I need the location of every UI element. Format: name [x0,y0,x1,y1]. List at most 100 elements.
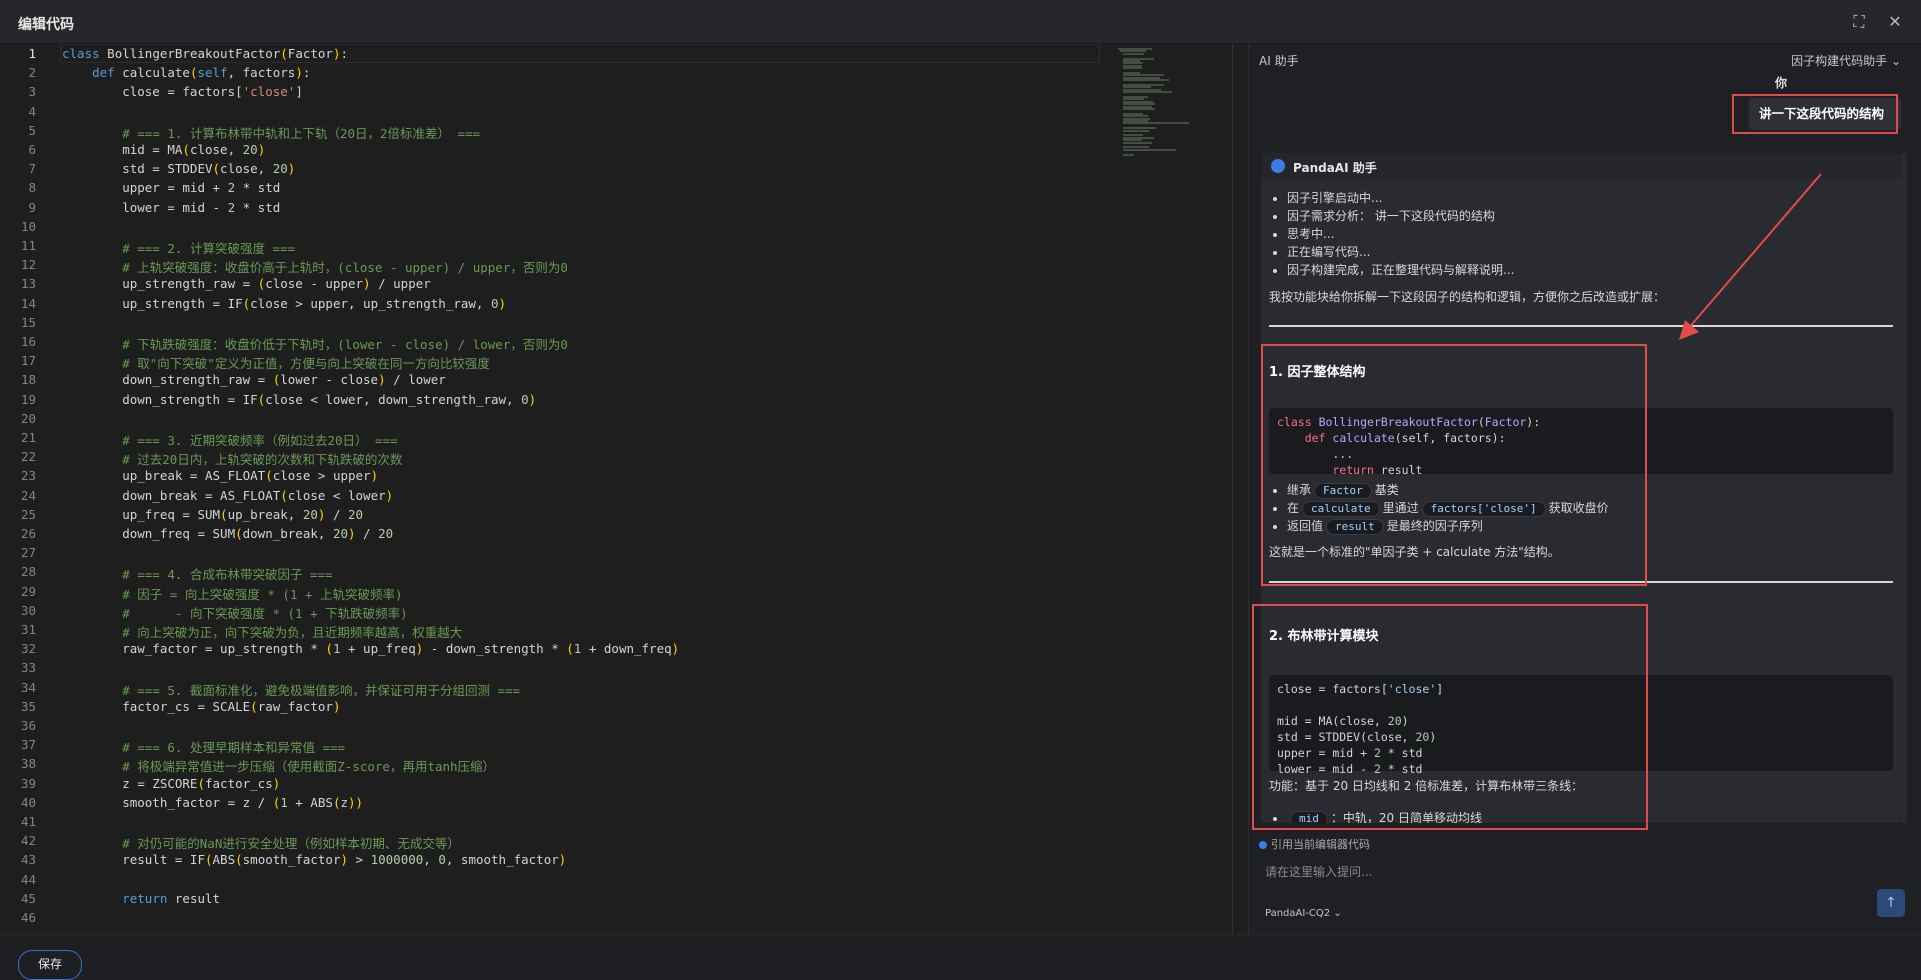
line-number: 1 [28,46,36,61]
line-number: 46 [20,910,36,925]
line-number: 21 [20,430,36,445]
code-line: # 对仍可能的NaN进行安全处理（例如样本初期、无成交等） [122,836,460,852]
code-editor[interactable]: 1 2 3 4 5 6 7 8 9 10 11 12 13 14 15 16 17 18 19 20 21 22 23 24 2… [0,44,1232,934]
line-number: 37 [20,737,36,753]
code-line: down_break = AS_FLOAT(close < lower) [62,487,394,503]
line-number: 20 [20,410,36,426]
code-line: # === 5. 截面标准化，避免极端值影响，并保证可用于分组回测 === [122,682,521,698]
code-line: # 过去20日内，上轨突破的次数和下轨跌破的次数 [122,452,403,468]
line-number: 2 [28,65,36,81]
line-number: 4 [28,103,36,119]
line-number: 27 [20,545,36,561]
code-line: upper = mid + 2 * std [62,180,281,196]
code-line: result = IF(ABS(smooth_factor) > 1000000… [62,852,567,868]
close-icon[interactable]: ✕ [1886,13,1904,31]
code-line: lower = mid - 2 * std [62,199,281,215]
title-bar: 编辑代码 ⛶ ✕ [0,0,1921,44]
minimap-line [1122,67,1142,70]
chat-input-area[interactable] [1259,856,1907,926]
line-number: 6 [28,142,36,157]
line-number: 10 [20,218,36,234]
line-number: 22 [20,449,36,465]
minimap-line [1122,122,1190,125]
minimap-line [1122,129,1149,132]
send-button[interactable]: ↑ [1877,889,1905,917]
save-button[interactable]: 保存 [18,950,82,980]
chat-input[interactable] [1265,860,1865,884]
line-number: 17 [20,353,36,369]
line-number: 16 [20,334,36,349]
line-number: 7 [28,161,36,177]
expand-icon[interactable]: ⛶ [1850,13,1868,31]
line-number: 14 [20,295,36,311]
line-number-gutter: 1 2 3 4 5 6 7 8 9 10 11 12 13 14 15 16 17 18 19 20 21 22 23 24 2… [0,44,56,934]
line-number: 23 [20,468,36,484]
code-line: raw_factor = up_strength * (1 + up_freq)… [62,641,680,657]
line-number: 34 [20,679,36,695]
code-line: mid = MA(close, 20) [62,142,266,157]
code-line: return result [122,890,221,906]
minimap-line [1122,148,1176,151]
line-number: 38 [20,756,36,772]
code-line: down_strength = IF(close < lower, down_s… [62,391,537,407]
minimap[interactable] [1118,44,1232,164]
minimap-line [1122,153,1135,156]
code-line: # === 2. 计算突破强度 === [122,241,296,256]
reference-toggle-icon [1259,841,1267,849]
code-line: # 上轨突破强度：收盘价高于上轨时，(close - upper) / uppe… [122,260,568,276]
line-number: 24 [20,487,36,503]
code-line: def calculate(self, factors): [92,65,311,81]
arrow-up-icon: ↑ [1885,895,1897,911]
code-line: close = factors['close'] [62,84,303,100]
annotation-arrow [1679,173,1822,340]
line-number: 9 [28,199,36,215]
line-number: 30 [20,602,36,618]
line-number: 5 [28,122,36,138]
line-number: 13 [20,276,36,292]
code-line: # === 1. 计算布林带中轨和上下轨（20日，2倍标准差） === [122,125,481,141]
line-number: 32 [20,641,36,657]
line-number: 42 [20,833,36,849]
line-number: 40 [20,794,36,810]
code-line: # 取"向下突破"定义为正值，方便与向上突破在同一方向比较强度 [122,356,490,372]
line-number: 19 [20,391,36,407]
code-line: smooth_factor = z / (1 + ABS(z)) [62,794,364,810]
line-number: 36 [20,718,36,733]
minimap-line [1122,91,1173,94]
code-line: up_break = AS_FLOAT(close > upper) [62,468,379,484]
code-line: # 向上突破为正，向下突破为负，且近期频率越高，权重越大 [122,625,463,640]
line-number: 29 [20,583,36,599]
line-number: 33 [20,660,36,676]
model-select[interactable]: PandaAI-CQ2 ⌄ [1265,908,1342,919]
reference-editor-code[interactable]: 引用当前编辑器代码 [1259,836,1370,852]
minimap-line [1122,108,1156,110]
minimap-line [1122,52,1145,55]
line-number: 39 [20,775,36,791]
line-number: 43 [20,852,36,868]
ai-assistant-panel: AI 助手 因子构建代码助手 ⌄ 你 讲一下这段代码的结构 PandaAI 助手… [1248,44,1921,934]
line-number: 12 [20,257,36,273]
code-line: # === 4. 合成布林带突破因子 === [122,567,333,583]
line-number: 11 [20,238,36,253]
line-number: 8 [28,180,36,196]
code-line: # === 6. 处理早期样本和异常值 === [122,740,346,756]
line-number: 31 [20,622,36,637]
code-line: # 因子 = 向上突破强度 * (1 + 上轨突破频率) [122,586,403,602]
code-line: factor_cs = SCALE(raw_factor) [62,698,341,714]
code-line: down_freq = SUM(down_break, 20) / 20 [62,526,394,541]
line-number: 25 [20,506,36,522]
code-line: # - 向下突破强度 * (1 + 下轨跌破频率) [122,605,408,621]
editor-scrollbar[interactable] [1232,44,1246,934]
line-number: 28 [20,564,36,580]
code-line: # === 3. 近期突破频率（例如过去20日） === [122,433,398,448]
code-line: up_freq = SUM(up_break, 20) / 20 [62,506,364,522]
code-line: up_strength_raw = (close - upper) / uppe… [62,276,431,292]
line-number: 35 [20,698,36,714]
line-number: 44 [20,871,36,887]
code-content[interactable]: class BollingerBreakoutFactor(Factor): d… [62,44,1112,934]
line-number: 26 [20,526,36,541]
line-number: 15 [20,314,36,330]
code-line: std = STDDEV(close, 20) [62,161,296,177]
line-number: 41 [20,814,36,829]
line-number: 45 [20,890,36,906]
